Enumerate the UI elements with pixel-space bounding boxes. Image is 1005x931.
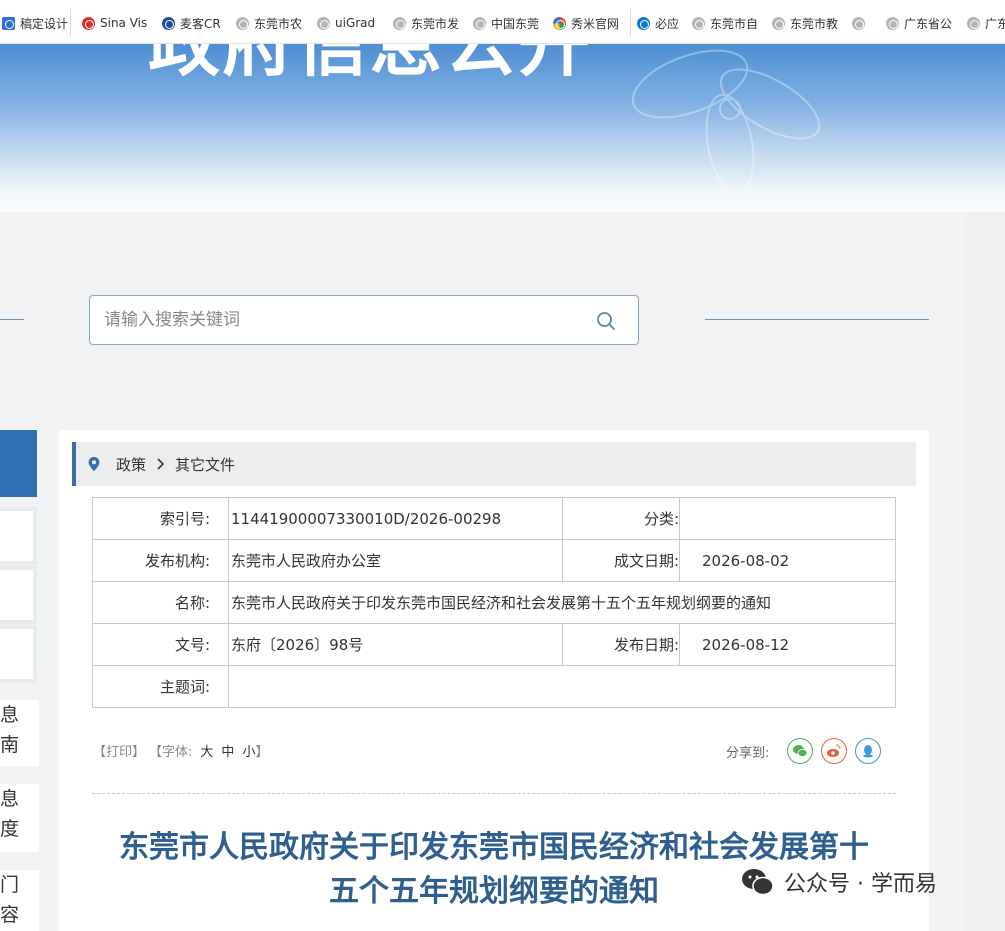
- bookmark-item[interactable]: [852, 14, 882, 32]
- bing-icon: [637, 16, 650, 30]
- document-tools: 【打印】 【字体: 大 中 小 】: [93, 741, 268, 760]
- globe-icon: [393, 16, 406, 30]
- chevron-right-icon: [157, 458, 165, 470]
- bookmark-item[interactable]: Sina Vis: [82, 14, 148, 32]
- share-bar: 分享到:: [726, 738, 882, 764]
- font-size-label: 【字体:: [149, 745, 193, 760]
- bookmark-item[interactable]: 广东省公: [886, 14, 954, 32]
- document-info-table: 索引号: 11441900007330010D/2026-00298 分类: 发…: [92, 497, 896, 708]
- bookmark-item[interactable]: 秀米官网: [553, 14, 619, 32]
- bookmark-item[interactable]: 东莞市教: [772, 14, 838, 32]
- left-nav-tab[interactable]: 门 容: [0, 870, 39, 931]
- globe-icon: [852, 16, 865, 30]
- doc-number-label: 文号:: [92, 623, 229, 666]
- breadcrumb-current[interactable]: 其它文件: [175, 454, 235, 475]
- sina-weibo-icon: [82, 16, 95, 30]
- doc-number-value: 东府〔2026〕98号: [228, 623, 563, 666]
- font-size-close: 】: [255, 745, 269, 760]
- search-icon[interactable]: [596, 311, 616, 331]
- globe-icon: [473, 16, 486, 30]
- bookmark-item[interactable]: 麦客CR: [162, 14, 222, 32]
- left-nav-tab[interactable]: 息 度: [0, 784, 39, 852]
- bookmark-item[interactable]: 稿定设计: [2, 14, 68, 32]
- watermark-text: 公众号 · 学而易: [784, 872, 937, 897]
- print-link[interactable]: 【打印】: [93, 741, 145, 760]
- table-row: 文号: 东府〔2026〕98号 发布日期: 2026-08-12: [92, 623, 896, 666]
- bookmark-item[interactable]: 东莞市发: [393, 14, 459, 32]
- published-date-value: 2026-08-12: [679, 623, 896, 666]
- name-value: 东莞市人民政府关于印发东莞市国民经济和社会发展第十五个五年规划纲要的通知: [228, 581, 896, 624]
- flower-decoration-icon: [631, 49, 821, 195]
- left-nav-item[interactable]: [0, 625, 37, 683]
- publisher-value: 东莞市人民政府办公室: [228, 539, 563, 582]
- qq-share-icon[interactable]: [855, 738, 882, 764]
- divider-line: [705, 319, 929, 320]
- publisher-label: 发布机构:: [92, 539, 229, 582]
- globe-icon: [236, 16, 249, 30]
- font-large-link[interactable]: 大: [200, 741, 213, 760]
- globe-icon: [886, 16, 899, 30]
- globe-icon: [772, 16, 785, 30]
- table-row: 发布机构: 东莞市人民政府办公室 成文日期: 2026-08-02: [92, 539, 896, 582]
- document-title-line: 东莞市人民政府关于印发东莞市国民经济和社会发展第十: [119, 830, 869, 865]
- bookmark-separator: [70, 8, 71, 36]
- wechat-watermark: 公众号 · 学而易: [740, 866, 937, 898]
- xiumi-icon: [553, 16, 566, 30]
- table-row: 名称: 东莞市人民政府关于印发东莞市国民经济和社会发展第十五个五年规划纲要的通知: [92, 581, 896, 624]
- divider-line: [0, 319, 24, 320]
- published-date-label: 发布日期:: [562, 623, 680, 666]
- bookmark-item[interactable]: 东莞市自: [692, 14, 758, 32]
- breadcrumb-link-policy[interactable]: 政策: [116, 454, 146, 475]
- bookmark-item[interactable]: uiGrad: [317, 14, 379, 32]
- bookmark-item[interactable]: 东莞市农: [236, 14, 302, 32]
- bookmark-item[interactable]: 必应: [637, 14, 683, 32]
- left-nav-item[interactable]: [0, 507, 37, 565]
- category-label: 分类:: [562, 497, 680, 540]
- search-box[interactable]: [89, 295, 639, 345]
- left-nav-tab[interactable]: 息 南: [0, 700, 39, 766]
- left-nav-active-item[interactable]: [0, 430, 37, 497]
- created-date-value: 2026-08-02: [679, 539, 896, 582]
- bookmark-separator: [630, 8, 631, 36]
- globe-icon: [967, 16, 980, 30]
- maike-icon: [162, 16, 175, 30]
- font-small-link[interactable]: 小: [242, 741, 255, 760]
- globe-icon: [692, 16, 705, 30]
- search-input[interactable]: [104, 307, 574, 333]
- subject-value: [228, 665, 896, 708]
- page-banner: 政府信息公开: [0, 44, 1005, 212]
- created-date-label: 成文日期:: [562, 539, 680, 582]
- table-row: 主题词:: [92, 665, 896, 708]
- share-label: 分享到:: [726, 745, 770, 761]
- index-value: 11441900007330010D/2026-00298: [228, 497, 563, 540]
- wechat-icon: [742, 869, 774, 896]
- page-title: 政府信息公开: [148, 44, 593, 86]
- gaoding-icon: [2, 16, 15, 30]
- divider-dashed: [92, 793, 896, 794]
- left-nav-item[interactable]: [0, 566, 37, 624]
- bookmarks-bar: 稿定设计 Sina Vis 麦客CR 东莞市农 uiGrad 东莞市发 中国东莞…: [0, 0, 1005, 44]
- wechat-share-icon[interactable]: [787, 738, 814, 764]
- font-medium-link[interactable]: 中: [221, 741, 234, 760]
- bookmark-item[interactable]: 广东: [967, 14, 1005, 32]
- name-label: 名称:: [92, 581, 229, 624]
- index-label: 索引号:: [92, 497, 229, 540]
- breadcrumb: 政策 其它文件: [72, 442, 916, 486]
- category-value: [679, 497, 896, 540]
- bookmark-item[interactable]: 中国东莞: [473, 14, 539, 32]
- table-row: 索引号: 11441900007330010D/2026-00298 分类:: [92, 497, 896, 540]
- weibo-share-icon[interactable]: [821, 738, 848, 764]
- subject-label: 主题词:: [92, 665, 229, 708]
- location-pin-icon: [88, 457, 100, 471]
- globe-icon: [317, 16, 330, 30]
